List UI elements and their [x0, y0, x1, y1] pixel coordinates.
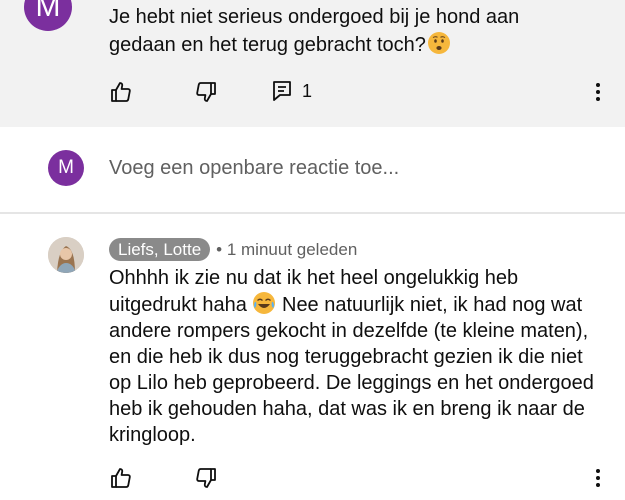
highlighted-comment: M Je hebt niet serieus ondergoed bij je …	[0, 0, 625, 127]
avatar[interactable]: M	[24, 0, 72, 31]
comment-body: Je hebt niet serieus ondergoed bij je ho…	[109, 6, 520, 56]
dislike-button[interactable]	[194, 466, 218, 490]
avatar[interactable]	[48, 237, 84, 273]
dislike-button[interactable]	[194, 80, 218, 104]
thumbs-down-icon	[194, 466, 218, 490]
replies-button[interactable]: 1	[272, 80, 312, 102]
thumbs-up-icon	[109, 466, 133, 490]
more-dot	[596, 476, 600, 480]
more-dot	[596, 97, 600, 101]
thumbs-up-icon	[109, 80, 133, 104]
comment-text: Je hebt niet serieus ondergoed bij je ho…	[109, 4, 589, 59]
more-dot	[596, 469, 600, 473]
divider	[0, 212, 625, 214]
more-dot	[596, 90, 600, 94]
reply-text: Ohhhh ik zie nu dat ik het heel ongelukk…	[109, 265, 609, 448]
more-options-button[interactable]	[595, 83, 601, 104]
face-with-tears-of-joy-icon	[252, 291, 276, 315]
reply-count: 1	[302, 80, 313, 101]
thumbs-down-icon	[194, 80, 218, 104]
reply-body-part2: Nee natuurlijk niet, ik had nog wat ande…	[109, 294, 594, 446]
avatar: M	[48, 150, 84, 186]
reply-input[interactable]: Voeg een openbare reactie toe...	[109, 157, 399, 180]
more-options-button[interactable]	[595, 469, 601, 490]
comment-icon	[272, 80, 292, 102]
like-button[interactable]	[109, 466, 133, 490]
more-dot	[596, 83, 600, 87]
timestamp[interactable]: • 1 minuut geleden	[216, 240, 357, 260]
worried-face-emoji-icon	[427, 31, 451, 55]
reply-meta: Liefs, Lotte • 1 minuut geleden	[109, 238, 357, 261]
author-name[interactable]: Liefs, Lotte	[109, 238, 211, 261]
like-button[interactable]	[109, 80, 133, 104]
more-dot	[596, 483, 600, 487]
